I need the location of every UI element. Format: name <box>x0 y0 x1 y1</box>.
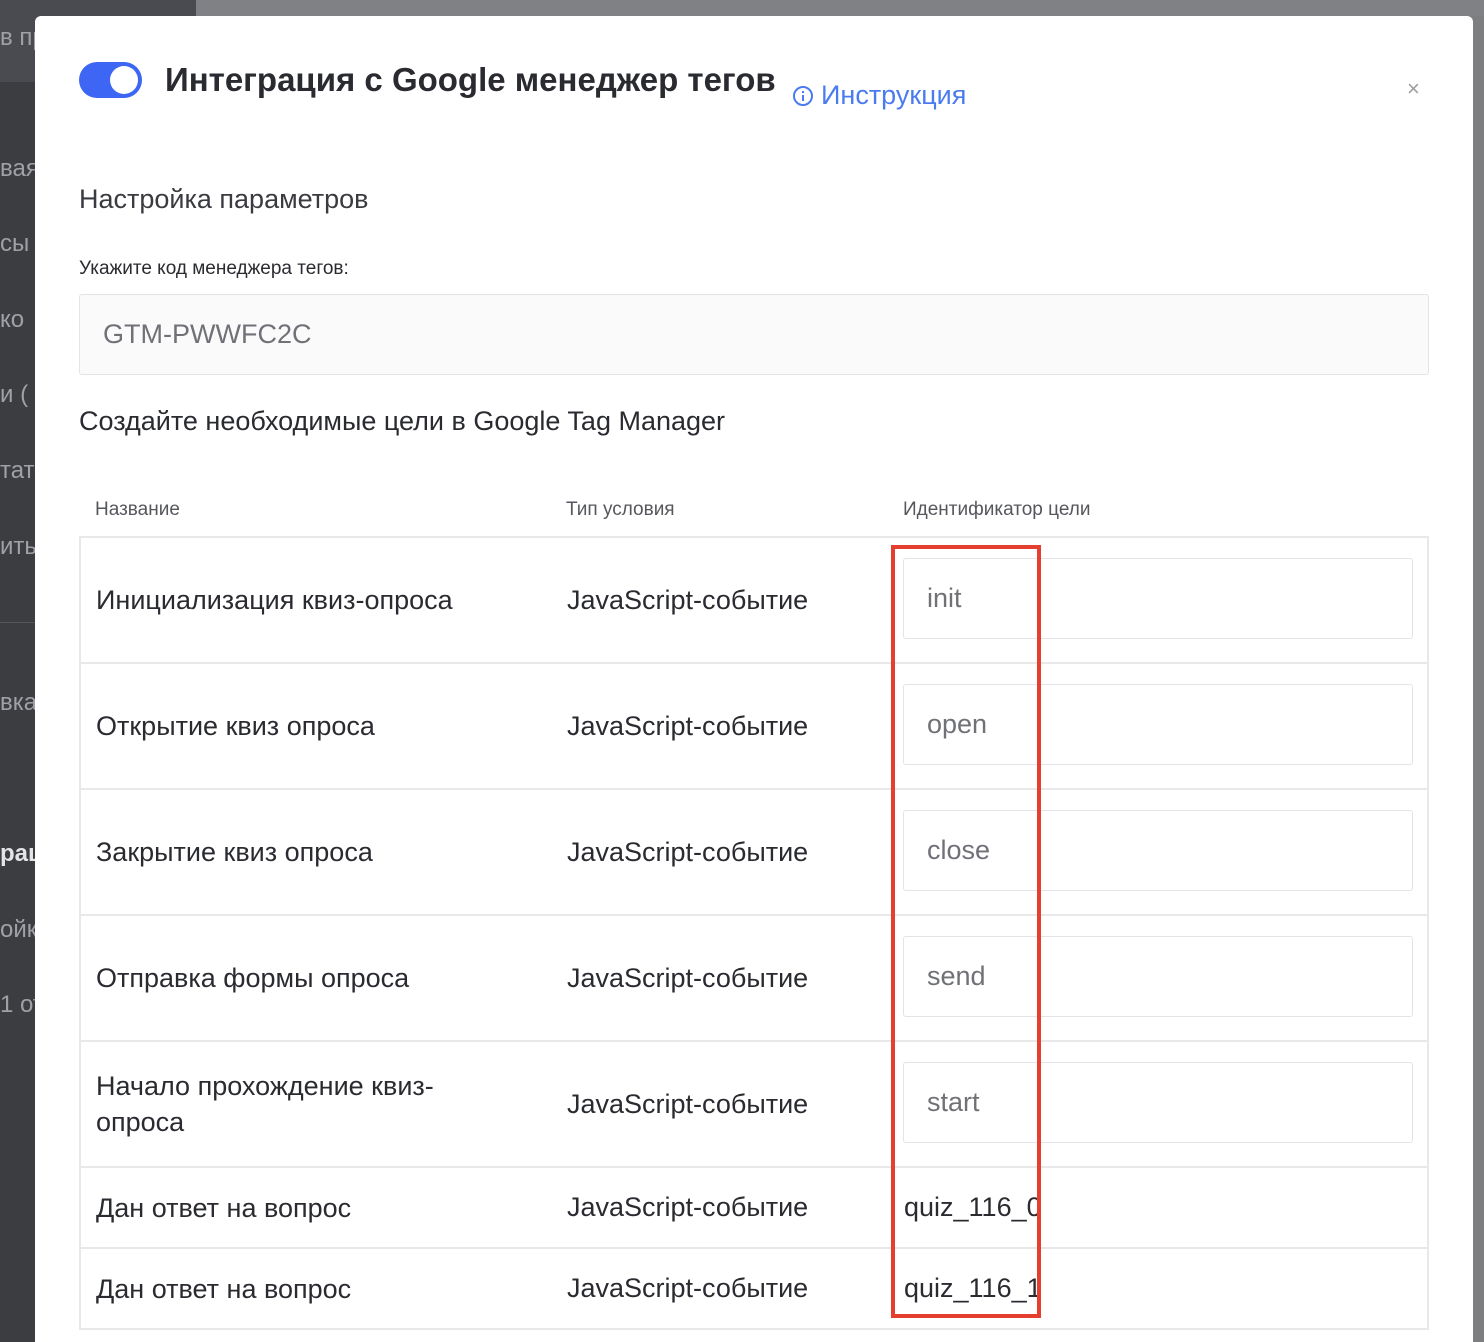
goal-id-field[interactable] <box>903 558 1413 639</box>
goal-id-text: quiz_116_1 <box>904 1273 1042 1303</box>
goal-condition-type: JavaScript-событие <box>567 710 809 741</box>
column-header-type: Тип условия <box>566 499 675 520</box>
gtm-code-label: Укажите код менеджера тегов: <box>79 258 349 279</box>
instruction-label: Инструкция <box>821 80 967 110</box>
background-sidebar-item: сы <box>0 230 30 257</box>
goal-id-field[interactable] <box>903 1062 1413 1143</box>
goal-condition-type: JavaScript-событие <box>567 1088 809 1119</box>
goal-condition-type: JavaScript-событие <box>567 1273 809 1303</box>
background-sidebar-item: ойк <box>0 916 38 943</box>
table-row: Инициализация квиз-опроса JavaScript-соб… <box>81 538 1427 664</box>
table-row: Отправка формы опроса JavaScript-событие <box>81 916 1427 1042</box>
goal-id-field[interactable] <box>903 684 1413 765</box>
close-button[interactable]: × <box>1407 76 1420 102</box>
gtm-code-input[interactable] <box>79 294 1429 375</box>
background-sidebar-item: вка <box>0 689 38 716</box>
goal-name: Открытие квиз опроса <box>96 711 375 741</box>
goal-condition-type: JavaScript-событие <box>567 1192 809 1222</box>
table-row: Дан ответ на вопрос JavaScript-событие q… <box>81 1249 1427 1330</box>
goals-table: Инициализация квиз-опроса JavaScript-соб… <box>79 536 1429 1330</box>
background-sidebar-item: ко <box>0 306 25 333</box>
table-header: Название Тип условия Идентификатор цели <box>79 486 1429 536</box>
instruction-link[interactable]: Инструкция <box>793 80 966 111</box>
table-row: Начало прохождение квиз-опроса JavaScrip… <box>81 1042 1427 1168</box>
info-icon <box>793 85 813 106</box>
goal-id-field[interactable] <box>903 810 1413 891</box>
column-header-goal-id: Идентификатор цели <box>903 499 1091 520</box>
goal-condition-type: JavaScript-событие <box>567 836 809 867</box>
goals-title: Создайте необходимые цели в Google Tag M… <box>79 406 726 436</box>
background-sidebar-item: тат <box>0 457 35 484</box>
goal-condition-type: JavaScript-событие <box>567 584 809 615</box>
table-row: Закрытие квиз опроса JavaScript-событие <box>81 790 1427 916</box>
background-sidebar-item: и ( <box>0 381 29 408</box>
goal-name: Отправка формы опроса <box>96 963 410 993</box>
background-sidebar-item: ить <box>0 533 37 560</box>
goal-name: Инициализация квиз-опроса <box>96 585 453 615</box>
table-row: Дан ответ на вопрос JavaScript-событие q… <box>81 1168 1427 1249</box>
goal-name: Начало прохождение квиз-опроса <box>96 1071 434 1137</box>
background-topbar <box>196 0 1484 16</box>
goal-condition-type: JavaScript-событие <box>567 962 809 993</box>
table-row: Открытие квиз опроса JavaScript-событие <box>81 664 1427 790</box>
toggle-knob <box>110 66 138 94</box>
integration-toggle[interactable] <box>79 62 142 98</box>
column-header-name: Название <box>95 499 180 520</box>
goal-name: Дан ответ на вопрос <box>96 1192 352 1223</box>
background-sidebar-item: вая <box>0 155 39 182</box>
goal-id-field[interactable] <box>903 936 1413 1017</box>
modal-title: Интеграция с Google менеджер тегов <box>165 61 776 98</box>
goal-name: Дан ответ на вопрос <box>96 1273 352 1304</box>
goal-name: Закрытие квиз опроса <box>96 837 373 867</box>
gtm-integration-modal: Интеграция с Google менеджер тегов Инстр… <box>35 16 1473 1342</box>
section-title: Настройка параметров <box>79 184 369 214</box>
goal-id-text: quiz_116_0 <box>904 1192 1042 1222</box>
